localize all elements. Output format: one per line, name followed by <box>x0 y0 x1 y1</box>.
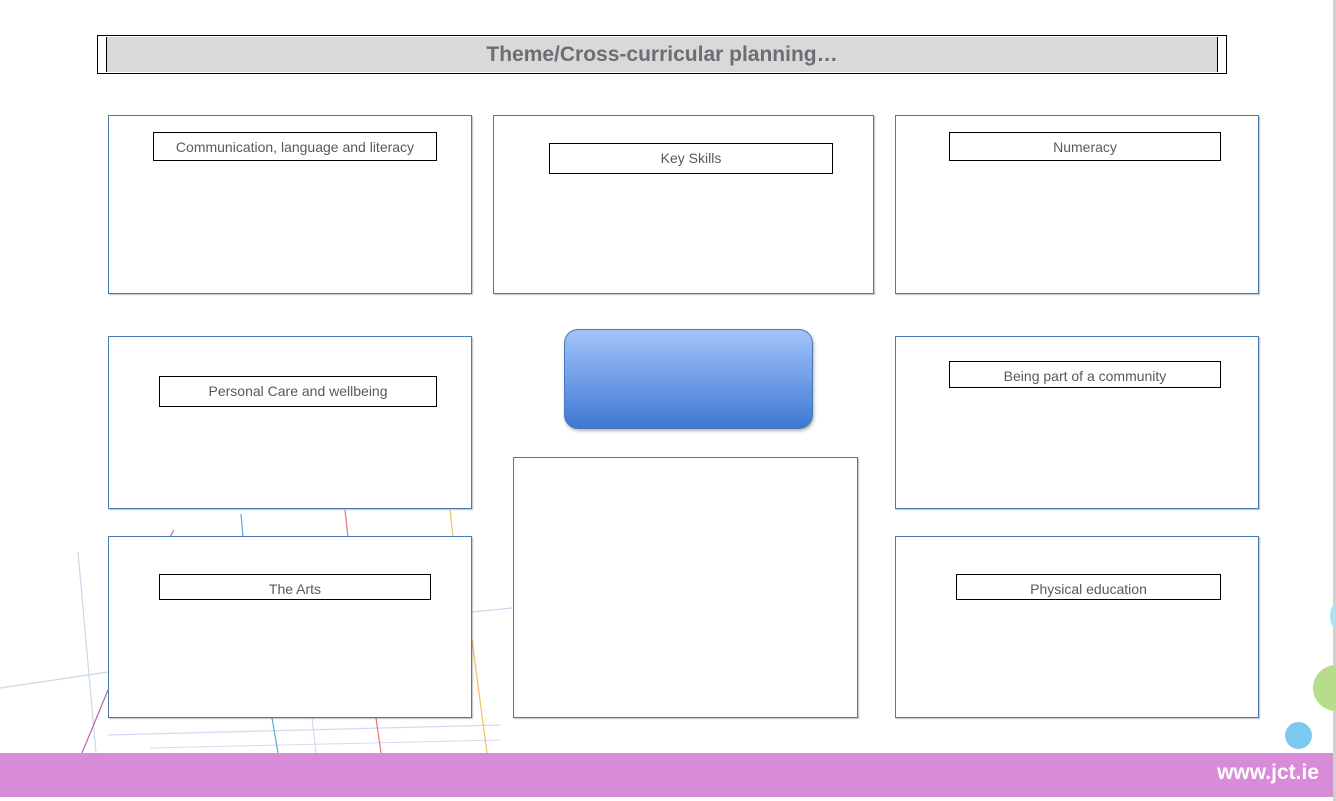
label-key-skills[interactable]: Key Skills <box>549 143 833 174</box>
decorative-dot-blue <box>1285 722 1312 749</box>
panel-arts[interactable] <box>108 536 472 718</box>
decorative-dot-green <box>1313 665 1336 711</box>
panel-key-skills[interactable] <box>493 115 874 294</box>
title-inner: Theme/Cross-curricular planning… <box>106 37 1218 72</box>
panel-physical-education[interactable] <box>895 536 1259 718</box>
page-title: Theme/Cross-curricular planning… <box>486 42 838 66</box>
central-theme-box[interactable] <box>564 329 813 429</box>
label-numeracy[interactable]: Numeracy <box>949 132 1221 161</box>
panel-personal-care[interactable] <box>108 336 472 509</box>
label-communication[interactable]: Communication, language and literacy <box>153 132 437 161</box>
label-arts[interactable]: The Arts <box>159 574 431 600</box>
footer-url[interactable]: www.jct.ie <box>1217 761 1319 785</box>
title-bar[interactable]: Theme/Cross-curricular planning… <box>97 35 1227 74</box>
footer-bar: www.jct.ie <box>0 753 1333 797</box>
panel-center-notes[interactable] <box>513 457 858 718</box>
decorative-dot-blue-small <box>1330 603 1336 629</box>
label-community[interactable]: Being part of a community <box>949 361 1221 388</box>
label-personal-care[interactable]: Personal Care and wellbeing <box>159 376 437 407</box>
label-physical-education[interactable]: Physical education <box>956 574 1221 600</box>
